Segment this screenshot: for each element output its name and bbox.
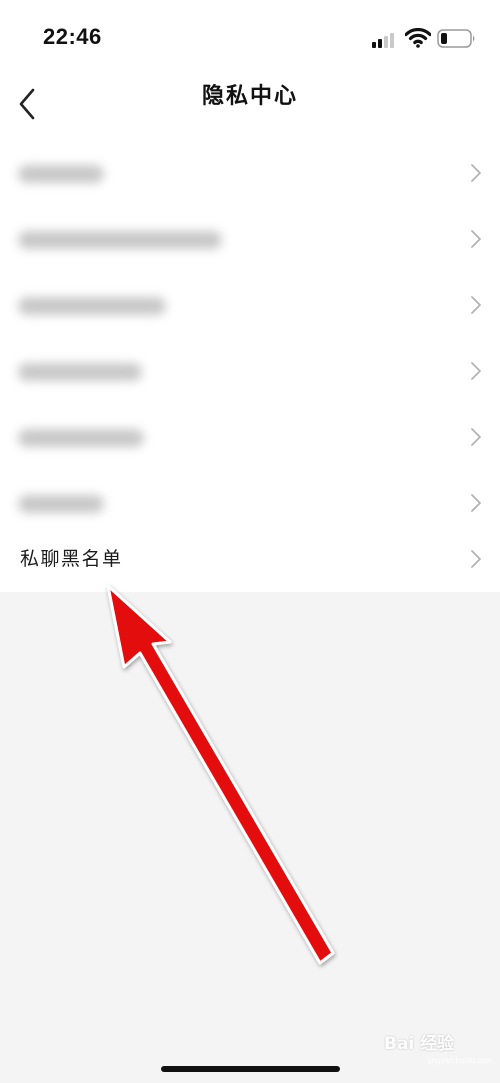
home-indicator — [161, 1066, 340, 1072]
page-title: 隐私中心 — [201, 84, 298, 109]
blurred-setting-row-1[interactable] — [0, 140, 500, 206]
blurred-label — [18, 363, 142, 381]
navigation-bar: 隐私中心 — [0, 74, 500, 140]
battery-low-icon — [437, 29, 475, 48]
chevron-right-icon — [471, 230, 481, 248]
chevron-right-icon — [471, 164, 481, 182]
watermark-url: jingyan.baidu.com — [428, 1056, 493, 1065]
blurred-setting-row-5[interactable] — [0, 404, 500, 470]
chevron-right-icon — [471, 362, 481, 380]
status-time: 22:46 — [43, 24, 102, 49]
cellular-signal-icon — [372, 31, 400, 48]
blurred-setting-row-4[interactable] — [0, 338, 500, 404]
chevron-right-icon — [471, 494, 481, 512]
blurred-setting-row-2[interactable] — [0, 206, 500, 272]
private-chat-blacklist-label: 私聊黑名单 — [20, 548, 123, 570]
arrow-shape — [106, 584, 335, 965]
chevron-right-icon — [471, 550, 481, 568]
status-bar: 22:46 — [0, 0, 500, 74]
blurred-setting-row-3[interactable] — [0, 272, 500, 338]
blurred-label — [18, 297, 166, 315]
blurred-label — [18, 231, 222, 249]
chevron-right-icon — [471, 428, 481, 446]
privacy-settings-list: 私聊黑名单 — [0, 140, 500, 592]
baidu-jingyan-watermark: Bai 经验 — [384, 1034, 455, 1054]
private-chat-blacklist-row[interactable]: 私聊黑名单 — [0, 526, 500, 592]
chevron-right-icon — [471, 296, 481, 314]
wifi-icon — [405, 28, 431, 48]
blurred-label — [18, 429, 144, 447]
blurred-label — [18, 165, 104, 183]
blurred-label — [18, 495, 104, 513]
